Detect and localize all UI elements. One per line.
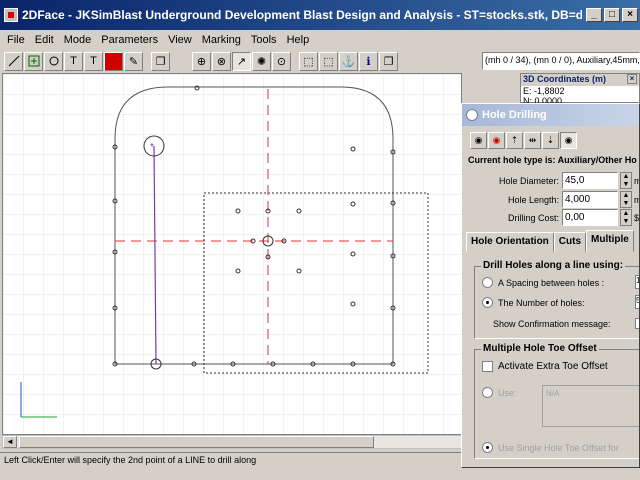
window-title: 2DFace - JKSimBlast Underground Developm… — [22, 8, 582, 22]
cost-spinner[interactable]: ▲ ▼ — [620, 209, 632, 226]
title-bar: 2DFace - JKSimBlast Underground Developm… — [0, 0, 640, 30]
drawing-canvas[interactable]: * — [2, 73, 462, 435]
na-box: N/A — [542, 385, 639, 427]
drill-single-icon[interactable]: ◉ — [470, 132, 487, 149]
hole-drilling-titlebar: Hole Drilling — [462, 104, 639, 126]
info-icon[interactable]: ℹ — [359, 51, 378, 71]
grid-select-alt-icon[interactable]: ⬚ — [319, 51, 338, 71]
diameter-row: Hole Diameter: 45,0 ▲▼ m — [462, 172, 639, 190]
crosshair-icon[interactable]: ⊕ — [192, 51, 211, 71]
menu-tools[interactable]: Tools — [246, 34, 282, 46]
drill-hole-icon[interactable] — [104, 51, 123, 71]
cost-label: Drilling Cost: — [507, 213, 559, 223]
length-label: Hole Length: — [507, 195, 559, 205]
close-button[interactable]: × — [622, 8, 638, 22]
info-bar: (mh 0 / 34), (mn 0 / 0), Auxiliary,45mm, — [482, 52, 640, 70]
circle-tool-icon[interactable] — [44, 51, 63, 71]
spacing-input[interactable]: 1 — [635, 275, 639, 289]
cost-input[interactable]: 0,00 — [562, 209, 618, 226]
diameter-spinner[interactable]: ▲ ▼ — [620, 172, 632, 189]
tab-hole-orientation[interactable]: Hole Orientation — [466, 232, 554, 252]
coord-e: E: -1,8802 — [523, 86, 565, 96]
hole-drilling-panel: Hole Drilling ◉ ◉ ⇡ ⇹ ⇣ ◉ Current hole t… — [461, 103, 640, 468]
minimize-button[interactable]: _ — [586, 8, 602, 22]
copy-icon[interactable]: ❐ — [151, 51, 170, 71]
confirm-checkbox[interactable] — [635, 318, 639, 329]
menu-bar: File Edit Mode Parameters View Marking T… — [0, 31, 640, 49]
length-input[interactable]: 4,000 — [562, 191, 618, 208]
coordinates-window: 3D Coordinates (m) × E: -1,8802 N: 0,0000 — [520, 73, 640, 106]
drill-line-icon[interactable]: ↗ — [232, 51, 251, 71]
cost-row: Drilling Cost: 0,00 ▲ ▼ $ — [462, 209, 640, 227]
use-radio-dot[interactable] — [482, 387, 493, 398]
anchor-icon[interactable]: ⚓ — [339, 51, 358, 71]
plus-box-icon[interactable] — [24, 51, 43, 71]
menu-mode[interactable]: Mode — [59, 34, 97, 46]
number-radio[interactable]: The Number of holes: — [482, 297, 585, 308]
spacing-radio[interactable]: A Spacing between holes : — [482, 277, 604, 288]
hole-type-label: Current hole type is: Auxiliary/Other Ho — [468, 155, 637, 165]
drill-icon — [466, 109, 478, 121]
scroll-left-icon[interactable]: ◄ — [3, 436, 17, 448]
diameter-unit: m — [634, 176, 639, 186]
spacing-label: A Spacing between holes : — [498, 277, 605, 288]
menu-help[interactable]: Help — [282, 34, 315, 46]
menu-parameters[interactable]: Parameters — [96, 34, 163, 46]
t-tool-alt-icon[interactable]: T — [84, 51, 103, 71]
tab-cuts[interactable]: Cuts — [553, 232, 587, 252]
length-spinner[interactable]: ▲ ▼ — [620, 191, 632, 208]
select-icon[interactable]: ⊗ — [212, 51, 231, 71]
toe-offset-group-title: Multiple Hole Toe Offset — [481, 343, 599, 354]
app-icon — [4, 8, 18, 22]
svg-text:*: * — [150, 142, 154, 153]
drill-up-icon[interactable]: ⇡ — [506, 132, 523, 149]
length-unit: m — [634, 195, 639, 205]
zoom-icon[interactable]: ⊙ — [272, 51, 291, 71]
diameter-label: Hole Diameter: — [498, 176, 559, 186]
number-input[interactable]: 5 — [635, 295, 639, 309]
marker-icon[interactable]: ✎ — [124, 51, 143, 71]
horizontal-scrollbar[interactable]: ◄ — [2, 435, 462, 449]
tab-multiple[interactable]: Multiple — [586, 230, 634, 252]
single-toe-radio[interactable]: Use Single Hole Toe Offset for — [482, 442, 619, 453]
drill-line-mode-icon[interactable]: ◉ — [560, 132, 577, 149]
menu-marking[interactable]: Marking — [197, 34, 246, 46]
extra-toe-checkbox[interactable] — [482, 361, 493, 372]
drill-horizontal-icon[interactable]: ⇹ — [524, 132, 541, 149]
drill-erase-icon[interactable]: ◉ — [488, 132, 505, 149]
use-radio[interactable]: Use: — [482, 387, 517, 398]
single-toe-radio-dot[interactable] — [482, 442, 493, 453]
diameter-input[interactable]: 45,0 — [562, 172, 618, 189]
menu-view[interactable]: View — [163, 34, 197, 46]
number-label: The Number of holes: — [498, 297, 585, 308]
maximize-button[interactable]: □ — [604, 8, 620, 22]
tab-strip: Hole Orientation Cuts Multiple — [466, 230, 639, 252]
confirm-label: Show Confirmation message: — [493, 319, 611, 329]
face-design-svg[interactable]: * — [3, 74, 462, 435]
line-tool-icon[interactable] — [4, 51, 23, 71]
coordinates-close-icon[interactable]: × — [627, 74, 637, 84]
target-icon[interactable]: ✺ — [252, 51, 271, 71]
use-label: Use: — [498, 387, 517, 398]
confirm-row: Show Confirmation message: — [493, 319, 611, 329]
number-radio-dot[interactable] — [482, 297, 493, 308]
single-toe-label: Use Single Hole Toe Offset for — [498, 442, 619, 453]
menu-edit[interactable]: Edit — [30, 34, 59, 46]
menu-file[interactable]: File — [2, 34, 30, 46]
extra-toe-label: Activate Extra Toe Offset — [498, 361, 608, 372]
hole-drilling-title: Hole Drilling — [482, 109, 547, 121]
cost-unit: $ — [634, 213, 640, 223]
coordinates-title: 3D Coordinates (m) — [523, 74, 607, 84]
drill-line-group-title: Drill Holes along a line using: — [481, 260, 626, 271]
length-row: Hole Length: 4,000 ▲▼ m — [462, 191, 639, 209]
grid-select-icon[interactable]: ⬚ — [299, 51, 318, 71]
extra-toe-row[interactable]: Activate Extra Toe Offset — [482, 361, 608, 372]
t-tool-icon[interactable]: T — [64, 51, 83, 71]
toolbar: T T ✎ ❐ ⊕ ⊗ ↗ ✺ ⊙ ⬚ ⬚ ⚓ ℹ ❐ — [0, 50, 480, 72]
scroll-thumb[interactable] — [19, 436, 374, 448]
drill-down-icon[interactable]: ⇣ — [542, 132, 559, 149]
spacing-radio-dot[interactable] — [482, 277, 493, 288]
windows-icon[interactable]: ❐ — [379, 51, 398, 71]
